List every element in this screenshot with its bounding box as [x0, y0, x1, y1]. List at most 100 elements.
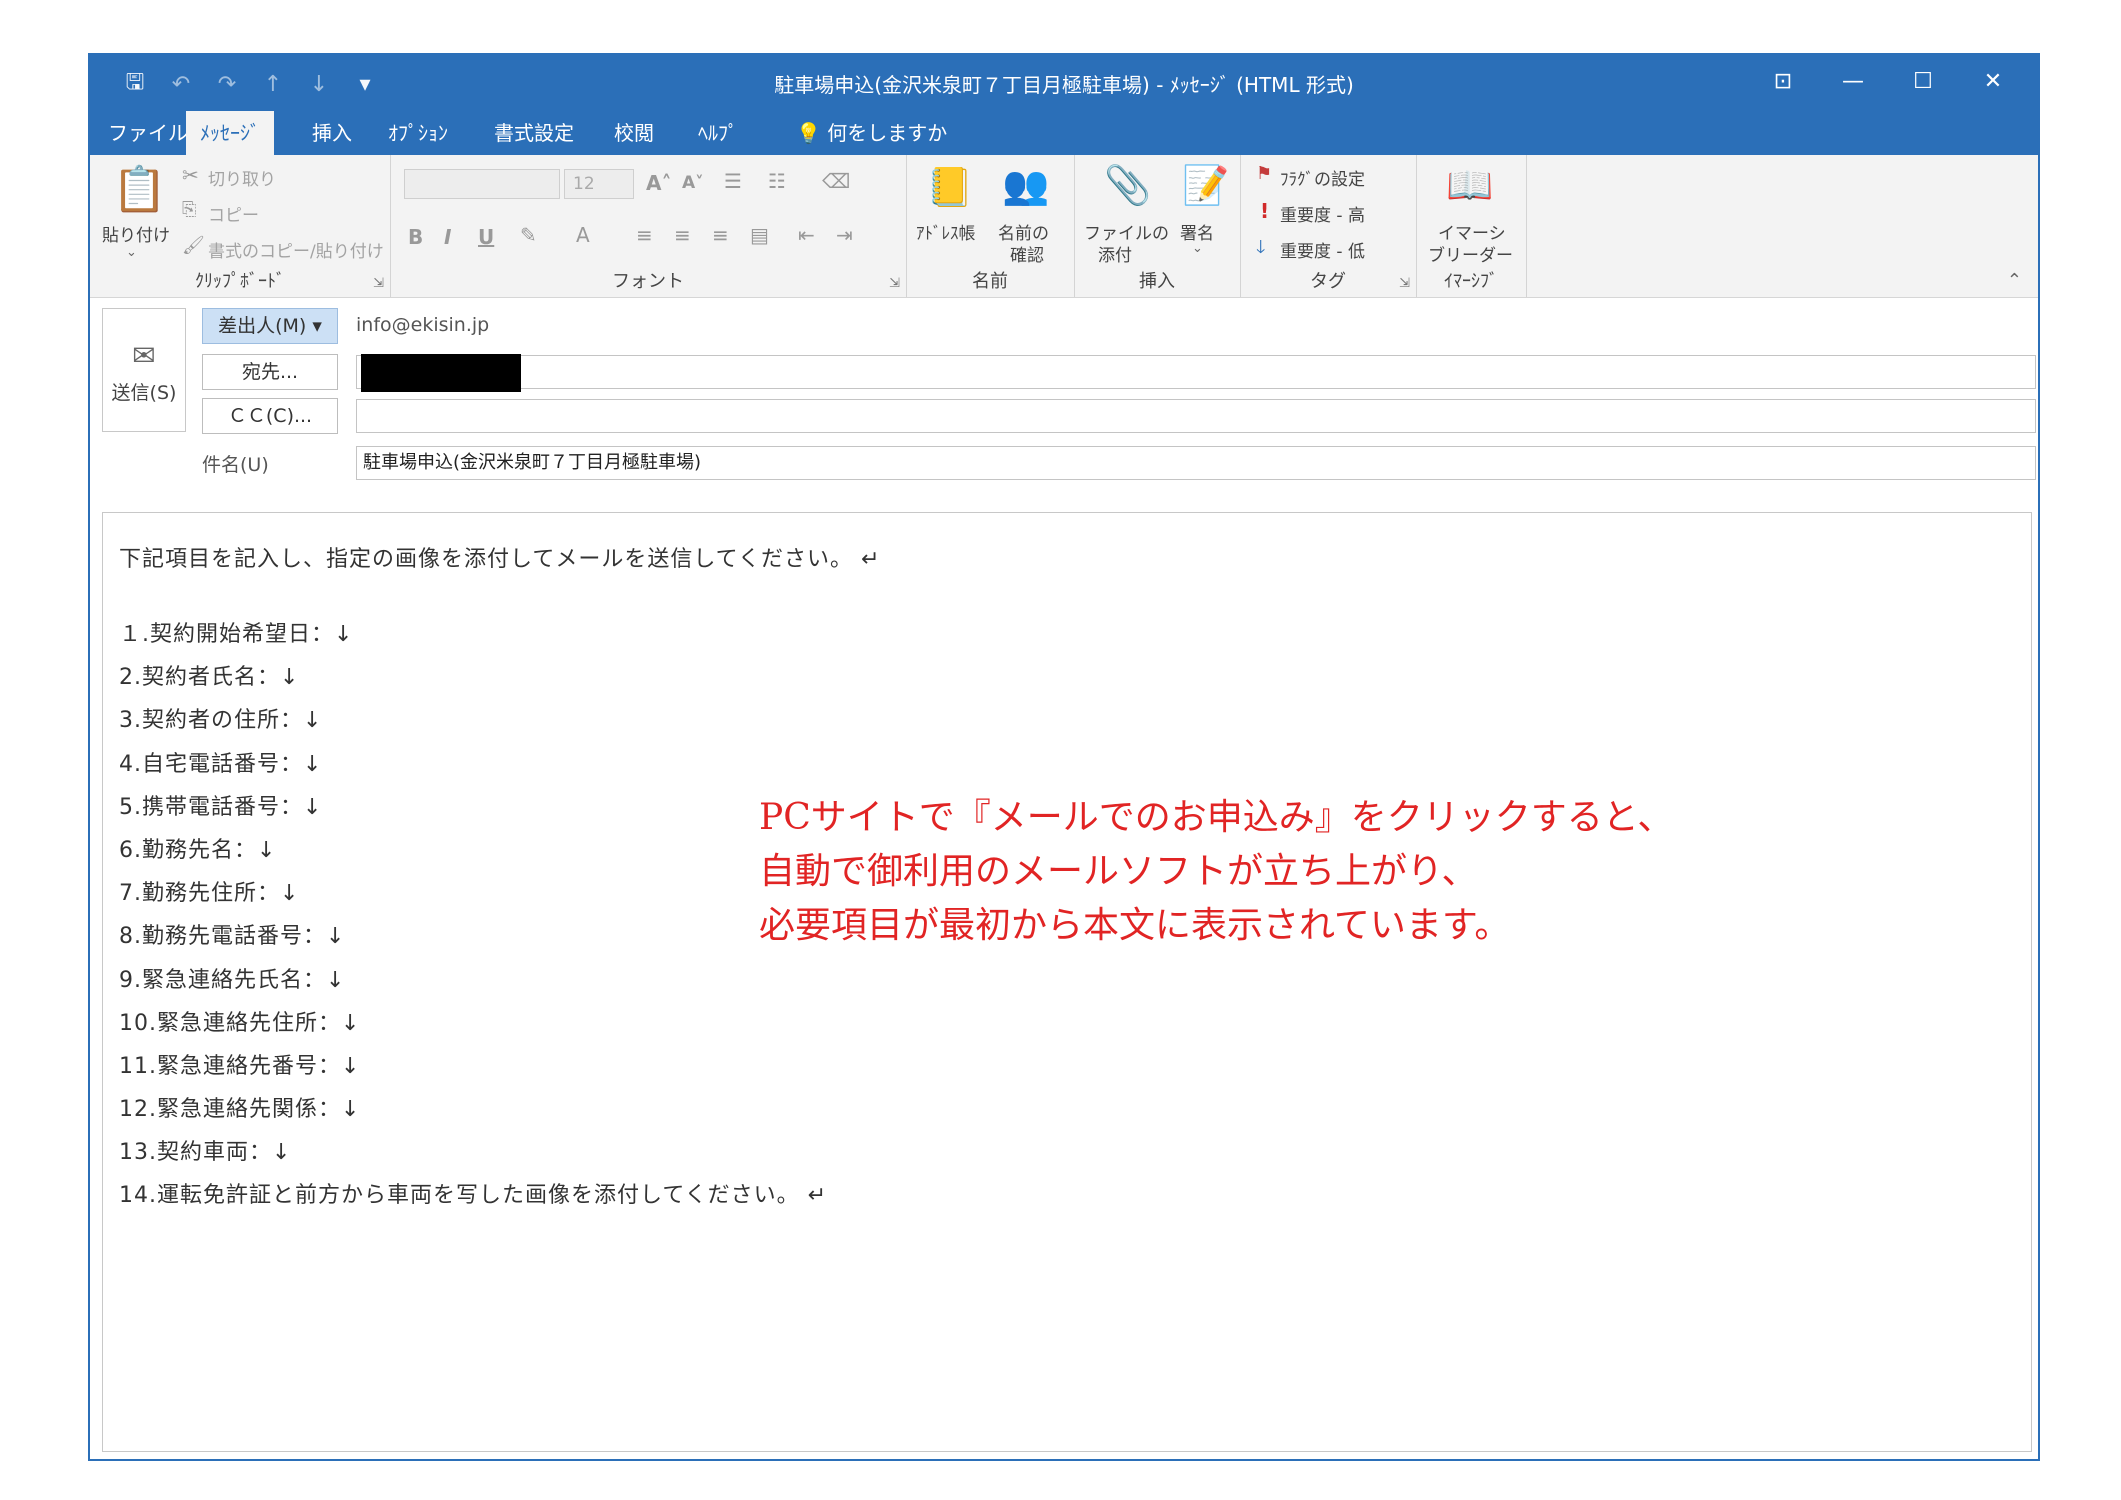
- title-bar: 🖫 ↶ ↷ ↑ ↓ ▾ 駐車場申込(金沢米泉町７丁目月極駐車場) - ﾒｯｾｰｼ…: [90, 55, 2038, 111]
- cc-button[interactable]: ＣＣ(C)...: [202, 398, 338, 434]
- subject-field[interactable]: 駐車場申込(金沢米泉町７丁目月極駐車場): [356, 446, 2036, 480]
- align-center-icon[interactable]: ≡: [674, 223, 691, 247]
- list-item: 13.契約車両：↓: [119, 1140, 292, 1166]
- flag-icon: ⚑: [1256, 163, 1273, 184]
- ribbon: 📋 貼り付け ⌄ ✂ 切り取り ⎘ コピー 🖌 書式のコピー/貼り付け ｸﾘｯﾌ…: [90, 155, 2038, 298]
- paste-dropdown-icon[interactable]: ⌄: [126, 245, 137, 260]
- tab-insert[interactable]: 挿入: [298, 111, 366, 155]
- send-button[interactable]: ✉ 送信(S): [102, 308, 186, 432]
- low-importance-button[interactable]: 重要度 - 低: [1280, 237, 1365, 262]
- low-importance-icon: 🡓: [1256, 237, 1266, 258]
- italic-button[interactable]: I: [444, 225, 451, 249]
- list-item: 4.自宅電話番号：↓: [119, 751, 323, 777]
- decrease-indent-icon[interactable]: ⇤: [798, 223, 815, 247]
- from-address: info@ekisin.jp: [356, 314, 490, 336]
- cc-field[interactable]: [356, 399, 2036, 433]
- copy-button[interactable]: コピー: [208, 201, 259, 226]
- increase-indent-icon[interactable]: ⇥: [836, 223, 853, 247]
- from-button[interactable]: 差出人(M) ▾: [202, 308, 338, 344]
- check-names-icon[interactable]: 👥: [1002, 163, 1049, 208]
- tell-me-box[interactable]: 💡 何をしますか: [782, 111, 961, 155]
- underline-button[interactable]: U: [478, 225, 494, 249]
- annotation-line: 自動で御利用のメールソフトが立ち上がり、: [759, 851, 1478, 892]
- immersive-reader-button-line2: ブリーダー: [1428, 246, 1513, 266]
- highlight-icon[interactable]: ✎: [520, 223, 537, 247]
- tab-message[interactable]: ﾒｯｾｰｼﾞ: [186, 111, 274, 155]
- list-item: 3.契約者の住所：↓: [119, 708, 323, 734]
- send-label: 送信(S): [111, 382, 177, 404]
- send-icon: ✉: [132, 339, 156, 372]
- redacted-recipient: [361, 354, 521, 392]
- font-size-combo[interactable]: 12: [564, 169, 634, 199]
- tab-format-text[interactable]: 書式設定: [480, 111, 588, 155]
- numbering-icon[interactable]: ☷: [768, 169, 786, 193]
- list-item: 2.契約者氏名：↓: [119, 665, 300, 691]
- format-painter-icon: 🖌: [182, 235, 205, 256]
- window-title: 駐車場申込(金沢米泉町７丁目月極駐車場) - ﾒｯｾｰｼﾞ (HTML 形式): [774, 73, 1354, 97]
- immersive-reader-icon[interactable]: 📖: [1446, 163, 1493, 208]
- immersive-group: 📖 イマーシ ブリーダー ｲﾏｰｼﾌﾞ: [1416, 155, 1527, 297]
- tags-dialog-launcher-icon[interactable]: ⇲: [1399, 276, 1410, 291]
- format-painter-button[interactable]: 書式のコピー/貼り付け: [208, 237, 384, 262]
- check-names-button-line2: 確認: [1010, 246, 1044, 266]
- align-right-icon[interactable]: ≡: [712, 223, 729, 247]
- bold-button[interactable]: B: [408, 225, 423, 249]
- font-color-icon[interactable]: A: [576, 223, 590, 247]
- clipboard-dialog-launcher-icon[interactable]: ⇲: [373, 276, 384, 291]
- address-book-icon[interactable]: 📒: [926, 165, 973, 210]
- minimize-icon[interactable]: —: [1818, 59, 1888, 105]
- message-header: ✉ 送信(S) 差出人(M) ▾ info@ekisin.jp 宛先... ＣＣ…: [90, 298, 2038, 508]
- list-item: 10.緊急連絡先住所：↓: [119, 1010, 361, 1036]
- tab-review[interactable]: 校閲: [600, 111, 668, 155]
- tab-help[interactable]: ﾍﾙﾌﾟ: [684, 111, 752, 155]
- annotation-overlay: PCサイトで『メールでのお申込み』をクリックすると、 自動で御利用のメールソフト…: [759, 791, 1673, 953]
- insert-group-label: 挿入: [1139, 271, 1175, 292]
- names-group-label: 名前: [972, 271, 1008, 292]
- signature-dropdown-icon[interactable]: ⌄: [1192, 241, 1203, 256]
- annotation-line: PCサイトで『メールでのお申込み』をクリックすると、: [759, 797, 1674, 838]
- list-item: 7.勤務先住所：↓: [119, 881, 300, 907]
- high-importance-icon: !: [1260, 199, 1270, 223]
- flag-followup-button[interactable]: ﾌﾗｸﾞの設定: [1280, 165, 1365, 190]
- bullets-icon[interactable]: ☰: [724, 169, 742, 193]
- list-item: 12.緊急連絡先関係：↓: [119, 1097, 361, 1123]
- body-intro: 下記項目を記入し、指定の画像を添付してメールを送信してください。 ↵: [119, 547, 881, 572]
- to-field[interactable]: [356, 354, 2036, 392]
- list-item: 14.運転免許証と前方から車両を写した画像を添付してください。 ↵: [119, 1183, 828, 1209]
- clipboard-group: 📋 貼り付け ⌄ ✂ 切り取り ⎘ コピー 🖌 書式のコピー/貼り付け ｸﾘｯﾌ…: [90, 155, 391, 297]
- close-icon[interactable]: ✕: [1958, 59, 2028, 105]
- justify-icon[interactable]: ▤: [750, 223, 769, 247]
- cut-button[interactable]: 切り取り: [208, 165, 276, 190]
- tags-group-label: タグ: [1310, 271, 1346, 292]
- high-importance-button[interactable]: 重要度 - 高: [1280, 201, 1365, 226]
- tab-options[interactable]: ｵﾌﾟｼｮﾝ: [374, 111, 462, 155]
- list-item: 11.緊急連絡先番号：↓: [119, 1053, 361, 1079]
- window-controls: ⊡ — ☐ ✕: [1748, 59, 2028, 105]
- address-book-button[interactable]: ｱﾄﾞﾚｽ帳: [916, 219, 976, 244]
- maximize-icon[interactable]: ☐: [1888, 59, 1958, 105]
- ribbon-display-options-icon[interactable]: ⊡: [1748, 59, 1818, 105]
- grow-font-icon[interactable]: A˄: [646, 171, 671, 195]
- copy-icon: ⎘: [182, 199, 197, 220]
- collapse-ribbon-icon[interactable]: ⌃: [2007, 270, 2022, 291]
- font-name-combo[interactable]: [404, 169, 560, 199]
- font-dialog-launcher-icon[interactable]: ⇲: [889, 276, 900, 291]
- font-group-label: フォント: [612, 271, 684, 292]
- align-left-icon[interactable]: ≡: [636, 223, 653, 247]
- scissors-icon: ✂: [182, 163, 199, 187]
- signature-icon[interactable]: 📝: [1182, 163, 1229, 208]
- clipboard-group-label: ｸﾘｯﾌﾟﾎﾞｰﾄﾞ: [195, 271, 285, 292]
- outlook-message-window: 🖫 ↶ ↷ ↑ ↓ ▾ 駐車場申込(金沢米泉町７丁目月極駐車場) - ﾒｯｾｰｼ…: [88, 53, 2040, 1461]
- message-body[interactable]: 下記項目を記入し、指定の画像を添付してメールを送信してください。 ↵ １.契約開…: [102, 512, 2032, 1452]
- paste-icon[interactable]: 📋: [112, 163, 167, 215]
- paste-button[interactable]: 貼り付け: [102, 221, 170, 246]
- list-item: 6.勤務先名：↓: [119, 837, 277, 863]
- paperclip-icon[interactable]: 📎: [1104, 163, 1151, 208]
- to-button[interactable]: 宛先...: [202, 354, 338, 390]
- ribbon-tabs: ファイル ﾒｯｾｰｼﾞ 挿入 ｵﾌﾟｼｮﾝ 書式設定 校閲 ﾍﾙﾌﾟ 💡 何をし…: [90, 111, 2038, 155]
- immersive-group-label: ｲﾏｰｼﾌﾞ: [1444, 271, 1498, 292]
- shrink-font-icon[interactable]: A˅: [682, 173, 704, 193]
- lightbulb-icon: 💡: [796, 121, 821, 145]
- clear-formatting-icon[interactable]: ⌫: [822, 169, 850, 193]
- subject-label: 件名(U): [202, 454, 269, 476]
